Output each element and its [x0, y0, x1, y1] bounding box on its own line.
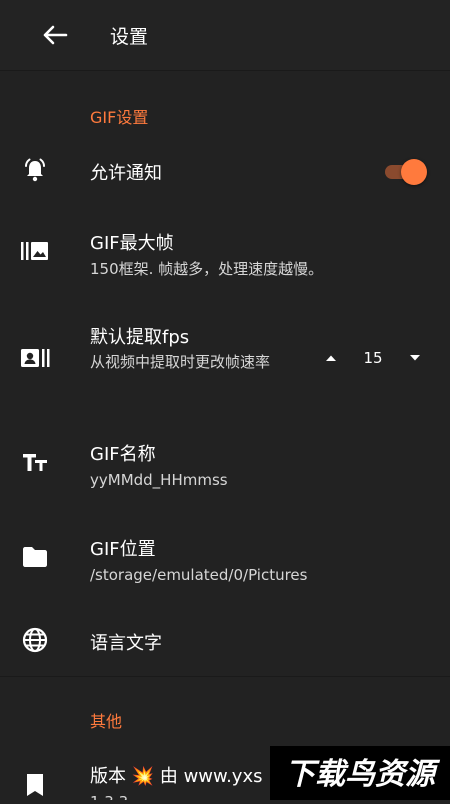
max-frames-subtitle: 150框架. 帧越多，处理速度越慢。	[90, 260, 324, 278]
photo-library-icon	[20, 236, 50, 266]
setting-row-gif-location[interactable]: GIF位置 /storage/emulated/0/Pictures	[0, 525, 450, 595]
notification-toggle[interactable]	[381, 158, 427, 185]
watermark-logo: 下载鸟资源	[270, 746, 450, 800]
bookmark-icon	[20, 770, 50, 800]
section-header-other: 其他	[90, 712, 123, 731]
notification-title: 允许通知	[90, 163, 162, 184]
svg-text:下载鸟资源: 下载鸟资源	[285, 757, 441, 792]
gif-name-subtitle: yyMMdd_HHmmss	[90, 471, 228, 489]
page-title: 设置	[110, 26, 149, 48]
language-title: 语言文字	[90, 633, 162, 654]
back-button[interactable]	[30, 14, 80, 56]
globe-icon	[20, 625, 50, 655]
gif-location-subtitle: /storage/emulated/0/Pictures	[90, 566, 308, 584]
triangle-up-icon	[326, 355, 336, 361]
arrow-back-icon	[43, 25, 68, 45]
gif-location-title: GIF位置	[90, 539, 156, 560]
version-title: 版本 💥 由 www.yxs	[90, 766, 263, 787]
app-bar: 设置	[0, 0, 450, 71]
fps-increase-button[interactable]	[319, 346, 343, 370]
section-divider	[0, 676, 450, 677]
fps-title: 默认提取fps	[90, 327, 190, 348]
version-subtitle: 1.3.3	[90, 792, 128, 800]
toggle-thumb	[401, 159, 427, 185]
folder-icon	[20, 542, 50, 572]
text-size-icon	[20, 447, 50, 477]
bell-icon	[20, 155, 50, 185]
fps-subtitle: 从视频中提取时更改帧速率	[90, 353, 271, 371]
setting-row-gif-name[interactable]: GIF名称 yyMMdd_HHmmss	[0, 430, 450, 500]
fps-decrease-button[interactable]	[403, 346, 427, 370]
fps-value: 15	[363, 349, 383, 367]
setting-row-language[interactable]: 语言文字	[0, 610, 450, 672]
max-frames-title: GIF最大帧	[90, 233, 174, 254]
gif-name-title: GIF名称	[90, 444, 156, 465]
section-header-gif: GIF设置	[90, 108, 149, 127]
contact-card-icon	[20, 343, 50, 373]
triangle-down-icon	[410, 355, 420, 361]
setting-row-max-frames[interactable]: GIF最大帧 150框架. 帧越多，处理速度越慢。	[0, 220, 450, 290]
